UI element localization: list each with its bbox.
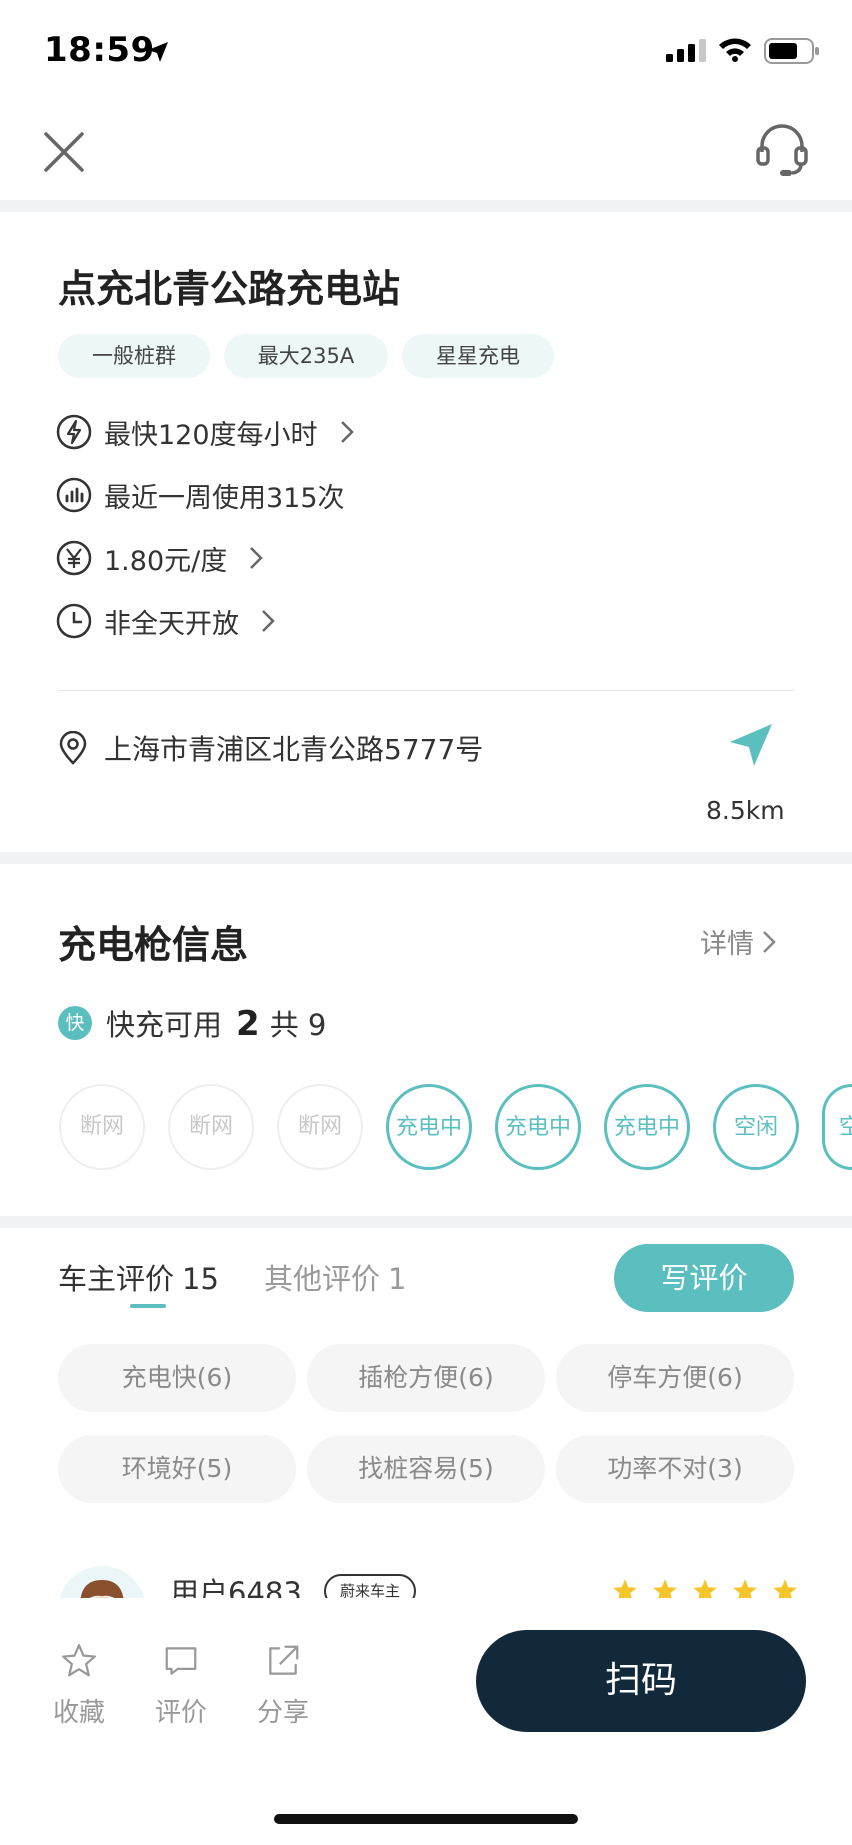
review-chip[interactable]: 停车方便(6) — [556, 1344, 794, 1412]
usage-row: 最近一周使用315次 — [56, 474, 345, 516]
gun-status-charging[interactable]: 充电中 — [386, 1084, 472, 1170]
distance-text: 8.5km — [706, 796, 785, 825]
hours-row[interactable]: 非全天开放 — [56, 600, 275, 642]
section-separator — [0, 200, 852, 212]
write-review-button[interactable]: 写评价 — [614, 1244, 794, 1312]
divider — [58, 690, 794, 691]
speed-text: 最快120度每小时 — [104, 419, 318, 451]
gun-status-offline[interactable]: 断网 — [59, 1084, 145, 1170]
comment-button[interactable]: 评价 — [146, 1642, 216, 1729]
tag-operator: 星星充电 — [402, 334, 554, 378]
fast-charge-badge: 快 — [58, 1006, 92, 1040]
navigate-arrow-icon[interactable] — [728, 722, 774, 768]
chevron-right-icon — [262, 610, 275, 632]
review-chip[interactable]: 环境好(5) — [58, 1435, 296, 1503]
usage-chart-icon — [56, 477, 92, 513]
available-count: 2 — [236, 1004, 260, 1044]
gun-info-title: 充电枪信息 — [58, 923, 249, 967]
chevron-right-icon — [340, 421, 354, 443]
tab-owner-count: 15 — [182, 1262, 219, 1296]
tag-max-current: 最大235A — [224, 334, 388, 378]
favorite-button[interactable]: 收藏 — [44, 1642, 114, 1729]
address-row: 上海市青浦区北青公路5777号 — [58, 728, 483, 768]
fast-charge-label: 快充可用 — [106, 1008, 223, 1042]
location-pin-icon — [59, 731, 87, 765]
section-separator — [0, 1216, 852, 1228]
review-chip[interactable]: 功率不对(3) — [556, 1435, 794, 1503]
fast-charge-summary: 快充可用 2 共 9 — [106, 1002, 326, 1044]
tab-other-label: 其他评价 — [264, 1262, 381, 1296]
location-arrow-icon — [148, 42, 168, 62]
review-chip[interactable]: 插枪方便(6) — [307, 1344, 545, 1412]
status-bar: 18:59 — [0, 0, 852, 100]
close-icon[interactable] — [40, 128, 88, 176]
tab-other-count: 1 — [388, 1262, 407, 1296]
wifi-icon — [719, 38, 751, 62]
hours-text: 非全天开放 — [104, 608, 239, 640]
share-button[interactable]: 分享 — [248, 1642, 318, 1729]
star-outline-icon — [62, 1644, 96, 1677]
usage-text: 最近一周使用315次 — [104, 482, 345, 514]
scan-button[interactable]: 扫码 — [476, 1630, 806, 1732]
favorite-label: 收藏 — [52, 1698, 105, 1728]
share-icon — [269, 1645, 299, 1675]
home-indicator — [274, 1814, 578, 1824]
lightning-icon — [56, 414, 92, 450]
address-text: 上海市青浦区北青公路5777号 — [104, 733, 484, 766]
review-chip[interactable]: 充电快(6) — [58, 1344, 296, 1412]
comment-icon — [165, 1647, 197, 1675]
total-count: 共 9 — [269, 1008, 327, 1042]
customer-service-icon[interactable] — [752, 120, 812, 180]
section-separator — [0, 852, 852, 864]
price-row[interactable]: 1.80元/度 — [56, 537, 263, 579]
clock-icon — [56, 603, 92, 639]
gun-status-idle[interactable]: 空 — [822, 1084, 852, 1170]
tab-owner-reviews[interactable]: 车主评价 15 — [58, 1256, 219, 1298]
gun-status-offline[interactable]: 断网 — [277, 1084, 363, 1170]
yen-icon — [56, 540, 92, 576]
gun-detail-label: 详情 — [700, 929, 754, 960]
chevron-right-icon — [763, 930, 776, 953]
speed-row[interactable]: 最快120度每小时 — [56, 411, 354, 453]
gun-status-offline[interactable]: 断网 — [168, 1084, 254, 1170]
tab-other-reviews[interactable]: 其他评价 1 — [264, 1256, 406, 1298]
gun-status-idle[interactable]: 空闲 — [713, 1084, 799, 1170]
signal-icon — [666, 39, 706, 62]
active-tab-indicator — [130, 1304, 166, 1308]
chevron-right-icon — [250, 547, 263, 569]
battery-icon — [764, 38, 819, 64]
gun-status-charging[interactable]: 充电中 — [495, 1084, 581, 1170]
station-title: 点充北青公路充电站 — [58, 267, 401, 311]
gun-detail-link[interactable]: 详情 — [700, 922, 776, 961]
review-chip[interactable]: 找桩容易(5) — [307, 1435, 545, 1503]
tab-owner-label: 车主评价 — [58, 1262, 175, 1296]
gun-status-charging[interactable]: 充电中 — [604, 1084, 690, 1170]
comment-label: 评价 — [154, 1698, 207, 1728]
status-time: 18:59 — [44, 30, 155, 70]
tag-pile-group: 一般桩群 — [58, 334, 210, 378]
share-label: 分享 — [256, 1698, 309, 1728]
price-text: 1.80元/度 — [104, 545, 228, 577]
